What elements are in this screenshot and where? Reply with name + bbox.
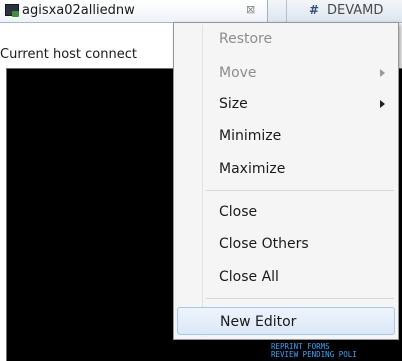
menu-item-label: Maximize xyxy=(219,161,286,177)
tab-active-label: agisxa02alliednw xyxy=(22,3,135,18)
submenu-arrow-icon xyxy=(380,69,385,77)
menu-item-label: Close Others xyxy=(219,236,309,252)
tab-inactive-session[interactable]: # DEVAMD xyxy=(286,0,402,22)
menu-item-label: Close xyxy=(219,204,258,220)
menu-item-restore[interactable]: Restore xyxy=(177,25,395,53)
menu-item-close-others[interactable]: Close Others xyxy=(177,230,395,258)
host-session-icon: # xyxy=(309,3,320,17)
menu-item-move[interactable]: Move xyxy=(177,59,395,87)
menu-item-label: New Editor xyxy=(220,314,297,330)
submenu-arrow-icon xyxy=(380,100,385,108)
menu-item-maximize[interactable]: Maximize xyxy=(177,155,395,183)
tab-active-session[interactable]: agisxa02alliednw ⊠ xyxy=(0,0,268,22)
terminal-line: REVIEW PENDING POLI xyxy=(271,350,357,359)
menu-item-close-all[interactable]: Close All xyxy=(177,263,395,291)
menu-item-label: Restore xyxy=(219,31,273,47)
menu-item-label: Size xyxy=(219,96,248,112)
menu-item-close[interactable]: Close xyxy=(177,198,395,226)
menu-item-label: Move xyxy=(219,65,257,81)
close-tab-icon[interactable]: ⊠ xyxy=(246,3,255,16)
status-text: Current host connect xyxy=(0,47,137,62)
editor-tab-bar: agisxa02alliednw ⊠ # DEVAMD xyxy=(0,0,402,23)
menu-item-new-editor[interactable]: New Editor xyxy=(177,307,395,335)
terminal-icon xyxy=(5,4,19,17)
menu-item-label: Close All xyxy=(219,269,279,285)
menu-item-minimize[interactable]: Minimize xyxy=(177,122,395,150)
tab-context-menu: Restore Move Size Minimize Maximize Clos… xyxy=(173,22,399,340)
menu-separator xyxy=(206,298,394,299)
menu-item-size[interactable]: Size xyxy=(177,90,395,118)
tab-inactive-label: DEVAMD xyxy=(327,3,384,18)
menu-item-label: Minimize xyxy=(219,128,282,144)
menu-separator xyxy=(206,190,394,191)
